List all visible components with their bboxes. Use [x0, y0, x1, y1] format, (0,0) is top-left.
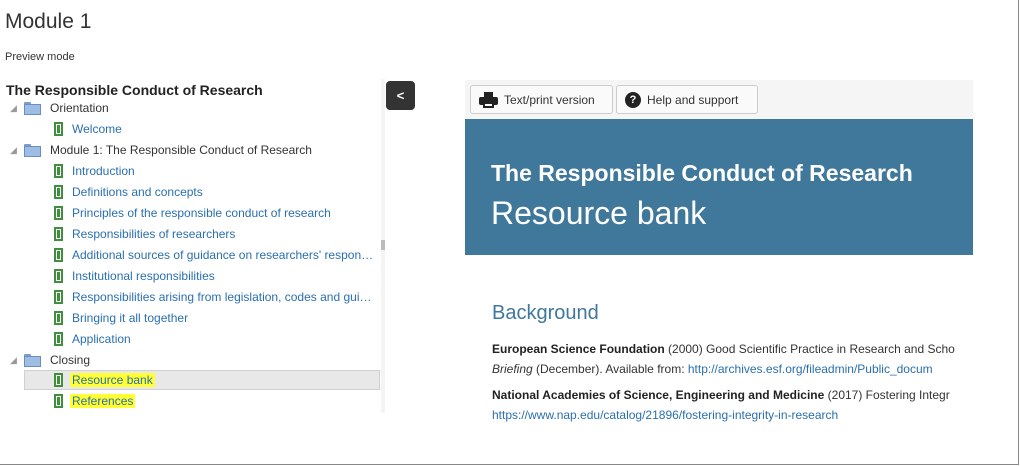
reference-text: (2017) Fostering Integr	[824, 388, 950, 402]
page-icon	[54, 290, 63, 304]
reference-author: European Science Foundation	[492, 342, 665, 356]
content-banner: The Responsible Conduct of Research Reso…	[465, 119, 973, 255]
reference-entry: European Science Foundation (2000) Good …	[492, 339, 973, 379]
tree-item-label[interactable]: References	[70, 394, 136, 408]
folder-icon	[24, 143, 41, 157]
page-icon	[54, 394, 63, 408]
tree-scrollbar-thumb[interactable]	[381, 240, 385, 250]
tree-item-introduction[interactable]: Introduction	[54, 161, 135, 181]
tree-item-references[interactable]: References	[54, 391, 136, 411]
tree-item-label[interactable]: Application	[72, 332, 131, 346]
tree-item-application[interactable]: Application	[54, 329, 131, 349]
content-body: Background European Science Foundation (…	[492, 302, 973, 427]
tree-item-label[interactable]: Welcome	[72, 122, 122, 136]
text-print-version-button[interactable]: Text/print version	[470, 85, 613, 114]
question-circle-icon: ?	[625, 91, 641, 108]
tree-item-additional-sources[interactable]: Additional sources of guidance on resear…	[54, 245, 374, 265]
page-icon	[54, 227, 63, 241]
tree-item-label[interactable]: Institutional responsibilities	[72, 269, 215, 283]
reference-entry: National Academies of Science, Engineeri…	[492, 385, 973, 425]
folder-icon	[24, 101, 41, 115]
reference-author: National Academies of Science, Engineeri…	[492, 388, 825, 402]
expanded-arrow-icon[interactable]: ◢	[10, 104, 18, 113]
preview-mode-label: Preview mode	[5, 51, 75, 63]
page-icon	[54, 185, 63, 199]
tree-item-label[interactable]: Resource bank	[70, 373, 155, 387]
folder-label: Orientation	[50, 101, 109, 115]
banner-title: The Responsible Conduct of Research	[491, 160, 913, 186]
page-icon	[54, 373, 63, 387]
tree-item-label[interactable]: Introduction	[72, 164, 135, 178]
section-heading: Background	[492, 302, 599, 324]
tree-item-definitions[interactable]: Definitions and concepts	[54, 182, 203, 202]
tree-item-label[interactable]: Definitions and concepts	[72, 185, 203, 199]
expanded-arrow-icon[interactable]: ◢	[10, 146, 18, 155]
button-label: Help and support	[647, 92, 739, 107]
button-label: Text/print version	[504, 92, 595, 107]
content-viewer: Text/print version ? Help and support Th…	[465, 80, 973, 430]
tree-title: The Responsible Conduct of Research	[6, 82, 263, 98]
tree-item-welcome[interactable]: Welcome	[54, 119, 122, 139]
tree-item-resource-bank[interactable]: Resource bank	[54, 370, 155, 390]
folder-label: Module 1: The Responsible Conduct of Res…	[50, 143, 312, 157]
tree-item-label[interactable]: Responsibilities of researchers	[72, 227, 235, 241]
tree-folder-orientation[interactable]: ◢ Orientation	[10, 98, 109, 118]
tree-item-institutional-responsibilities[interactable]: Institutional responsibilities	[54, 266, 215, 286]
page-icon	[54, 122, 63, 136]
tree-item-legislation[interactable]: Responsibilities arising from legislatio…	[54, 287, 374, 307]
reference-italic: Briefing	[492, 362, 533, 376]
banner-subtitle: Resource bank	[491, 195, 707, 231]
navigation-tree: The Responsible Conduct of Research ◢ Or…	[0, 79, 385, 413]
folder-icon	[24, 353, 41, 367]
printer-icon	[479, 91, 498, 108]
page-icon	[54, 164, 63, 178]
reference-text: (December). Available from:	[532, 362, 688, 376]
tree-item-label[interactable]: Additional sources of guidance on resear…	[72, 248, 374, 262]
tree-folder-closing[interactable]: ◢ Closing	[10, 350, 90, 370]
collapse-tree-button[interactable]: <	[386, 81, 415, 110]
expanded-arrow-icon[interactable]: ◢	[10, 356, 18, 365]
tree-item-label[interactable]: Bringing it all together	[72, 311, 188, 325]
page-icon	[54, 269, 63, 283]
help-and-support-button[interactable]: ? Help and support	[616, 85, 758, 114]
reference-text: (2000) Good Scientific Practice in Resea…	[664, 342, 955, 356]
page-icon	[54, 206, 63, 220]
reference-link[interactable]: https://www.nap.edu/catalog/21896/foster…	[492, 408, 838, 422]
page-title: Module 1	[5, 10, 92, 33]
folder-label: Closing	[50, 353, 91, 367]
tree-item-label[interactable]: Responsibilities arising from legislatio…	[72, 290, 374, 304]
viewer-toolbar: Text/print version ? Help and support	[465, 80, 973, 120]
tree-folder-module-1[interactable]: ◢ Module 1: The Responsible Conduct of R…	[10, 140, 312, 160]
tree-item-responsibilities-of-researchers[interactable]: Responsibilities of researchers	[54, 224, 235, 244]
tree-item-label[interactable]: Principles of the responsible conduct of…	[72, 206, 331, 220]
tree-item-principles[interactable]: Principles of the responsible conduct of…	[54, 203, 331, 223]
reference-link[interactable]: http://archives.esf.org/fileadmin/Public…	[688, 362, 933, 376]
tree-item-bringing-together[interactable]: Bringing it all together	[54, 308, 188, 328]
page-icon	[54, 311, 63, 325]
page-icon	[54, 248, 63, 262]
page-icon	[54, 332, 63, 346]
